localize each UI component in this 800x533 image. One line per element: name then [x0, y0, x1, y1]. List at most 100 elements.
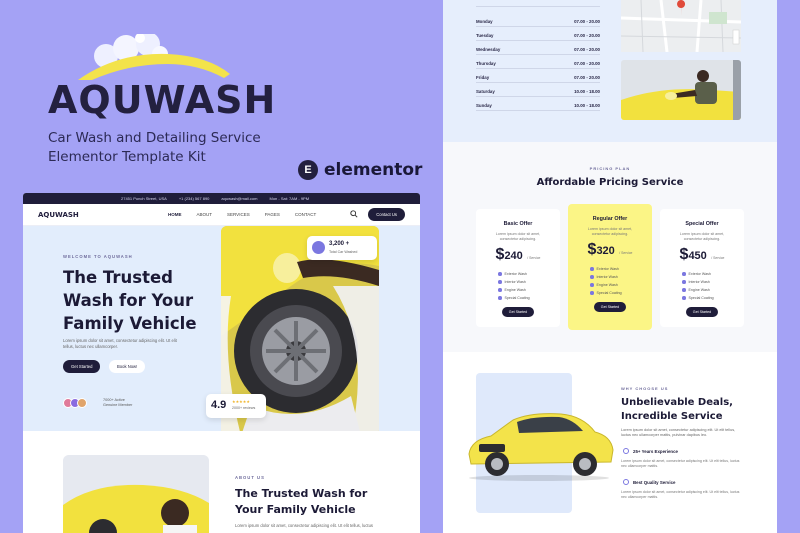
plan-price: $240 / Service: [495, 246, 541, 263]
divider: [476, 6, 600, 7]
check-icon: [498, 280, 502, 284]
nav-logo[interactable]: AQUWASH: [38, 211, 126, 219]
feature-experience-title: 25+ Years Experience: [633, 449, 678, 454]
plan-get-started-button[interactable]: Get Started: [686, 307, 718, 317]
about-title: The Trusted Wash for Your Family Vehicle: [235, 487, 368, 516]
list-item: Exterior Wash: [498, 270, 560, 278]
list-item: Special Coating: [498, 294, 560, 302]
plan-get-started-button[interactable]: Get Started: [502, 307, 534, 317]
topbar-phone[interactable]: +1 (234) 567 890: [179, 196, 210, 201]
why-choose-us-section: WHY CHOOSE US Unbelievable Deals, Incred…: [443, 352, 777, 533]
plan-features: Exterior Wash Interior Wash Engine Wash …: [682, 270, 744, 302]
feature-quality-desc: Lorem ipsum dolor sit amet, consectetur …: [621, 490, 740, 499]
brand-wordmark: AQUWASH: [48, 78, 277, 122]
car-washed-badge: 3,200 + Total Car Washed: [307, 236, 377, 260]
about-eyebrow: ABOUT US: [235, 475, 265, 480]
plan-price: $450 / Service: [679, 246, 725, 263]
list-item: Exterior Wash: [590, 265, 652, 273]
check-icon: [498, 296, 502, 300]
check-icon: [682, 288, 686, 292]
check-icon: [590, 283, 594, 287]
list-item: Engine Wash: [590, 281, 652, 289]
brand-tagline: Car Wash and Detailing Service: [48, 130, 261, 146]
location-map[interactable]: [620, 0, 742, 53]
plan-name: Basic Offer: [503, 221, 533, 227]
rating-badge: 4.9 ★★★★★ 2000+ reviews: [206, 394, 266, 418]
plan-description: Lorem ipsum dolor sit amet, consectetur …: [587, 227, 633, 236]
check-icon: [590, 291, 594, 295]
brand-kit-label: Elementor Template Kit: [48, 149, 206, 165]
about-car-image: [63, 455, 209, 533]
plan-name: Regular Offer: [592, 216, 628, 222]
list-item: Interior Wash: [682, 278, 744, 286]
search-icon[interactable]: [350, 210, 358, 219]
list-item: Interior Wash: [590, 273, 652, 281]
check-icon: [498, 288, 502, 292]
member-avatars: [63, 398, 87, 408]
plan-description: Lorem ipsum dolor sit amet, consectetur …: [679, 232, 725, 241]
nav-services[interactable]: SERVICES: [227, 212, 250, 217]
check-icon: [682, 280, 686, 284]
pricing-eyebrow: PRICING PLAN: [589, 166, 631, 171]
hours-row: Monday 07.00 - 20.00: [476, 19, 600, 27]
washer-photo: [621, 60, 741, 120]
washed-label: Total Car Washed: [329, 250, 358, 254]
hero-section: WELCOME TO AQUWASH The Trusted Wash for …: [23, 226, 420, 436]
list-item: Special Coating: [590, 289, 652, 297]
check-icon: [682, 272, 686, 276]
check-icon: [498, 272, 502, 276]
nav-contact[interactable]: CONTACT: [295, 212, 316, 217]
topbar-address: 27451 Punch Street, USA: [121, 196, 167, 201]
hours-row: Friday 07.00 - 20.00: [476, 75, 600, 83]
site-nav: AQUWASH HOME ABOUT SERVICES PAGES CONTAC…: [23, 204, 420, 226]
plan-description: Lorem ipsum dolor sit amet, consectetur …: [495, 232, 541, 241]
hours-row: Thursday 07.00 - 20.00: [476, 61, 600, 69]
quality-icon: [623, 479, 629, 485]
plan-price: $320 / Service: [587, 241, 633, 258]
check-icon: [590, 275, 594, 279]
nav-pages[interactable]: PAGES: [265, 212, 280, 217]
brand-logo: AQUWASH: [48, 34, 308, 130]
why-eyebrow: WHY CHOOSE US: [621, 386, 669, 391]
get-started-button[interactable]: Get Started: [63, 360, 101, 373]
hours-row: Saturday 10.00 - 18.00: [476, 89, 600, 97]
list-item: Interior Wash: [498, 278, 560, 286]
elementor-icon: E: [298, 160, 318, 180]
avatar: [77, 398, 87, 408]
yellow-car-image: [468, 413, 614, 481]
list-item: Engine Wash: [498, 286, 560, 294]
car-icon: [312, 241, 325, 254]
topbar-email[interactable]: aquwash@mail.com: [221, 196, 257, 201]
pricing-card-special: Special Offer Lorem ipsum dolor sit amet…: [660, 209, 744, 327]
list-item: Engine Wash: [682, 286, 744, 294]
hero-title: The Trusted Wash for Your Family Vehicle: [63, 268, 197, 333]
pricing-section: PRICING PLAN Affordable Pricing Service …: [443, 142, 777, 352]
why-description: Lorem ipsum dolor sit amet, consectetur …: [621, 428, 736, 437]
nav-about[interactable]: ABOUT: [197, 212, 213, 217]
hours-row: Sunday 10.00 - 18.00: [476, 103, 600, 111]
contact-us-button[interactable]: Contact Us: [368, 208, 405, 221]
about-section: ABOUT US The Trusted Wash for Your Famil…: [23, 431, 420, 533]
list-item: Exterior Wash: [682, 270, 744, 278]
hero-eyebrow: WELCOME TO AQUWASH: [63, 254, 133, 259]
elementor-logo: E elementor: [298, 160, 422, 180]
book-now-button[interactable]: Book Now!: [109, 360, 146, 373]
pricing-card-basic: Basic Offer Lorem ipsum dolor sit amet, …: [476, 209, 560, 327]
plan-get-started-button[interactable]: Get Started: [594, 302, 626, 312]
rating-label: 2000+ reviews: [232, 406, 256, 410]
rating-value: 4.9: [211, 399, 227, 411]
elementor-wordmark: elementor: [324, 160, 423, 180]
about-description: Lorem ipsum dolor sit amet, consectetur …: [235, 523, 374, 528]
pricing-card-regular: Regular Offer Lorem ipsum dolor sit amet…: [568, 204, 652, 330]
hero-description: Lorem ipsum dolor sit amet, consectetur …: [63, 338, 177, 349]
homepage-preview: 27451 Punch Street, USA +1 (234) 567 890…: [23, 193, 420, 533]
pricing-title: Affordable Pricing Service: [536, 177, 684, 188]
hours-row: Tuesday 07.00 - 20.00: [476, 33, 600, 41]
star-rating-icon: ★★★★★: [232, 399, 250, 404]
nav-home[interactable]: HOME: [168, 212, 182, 217]
why-title: Unbelievable Deals, Incredible Service: [621, 397, 733, 422]
feature-quality-title: Best Quality Service: [633, 480, 676, 485]
check-icon: [590, 267, 594, 271]
plan-name: Special Offer: [685, 221, 719, 227]
list-item: Special Coating: [682, 294, 744, 302]
